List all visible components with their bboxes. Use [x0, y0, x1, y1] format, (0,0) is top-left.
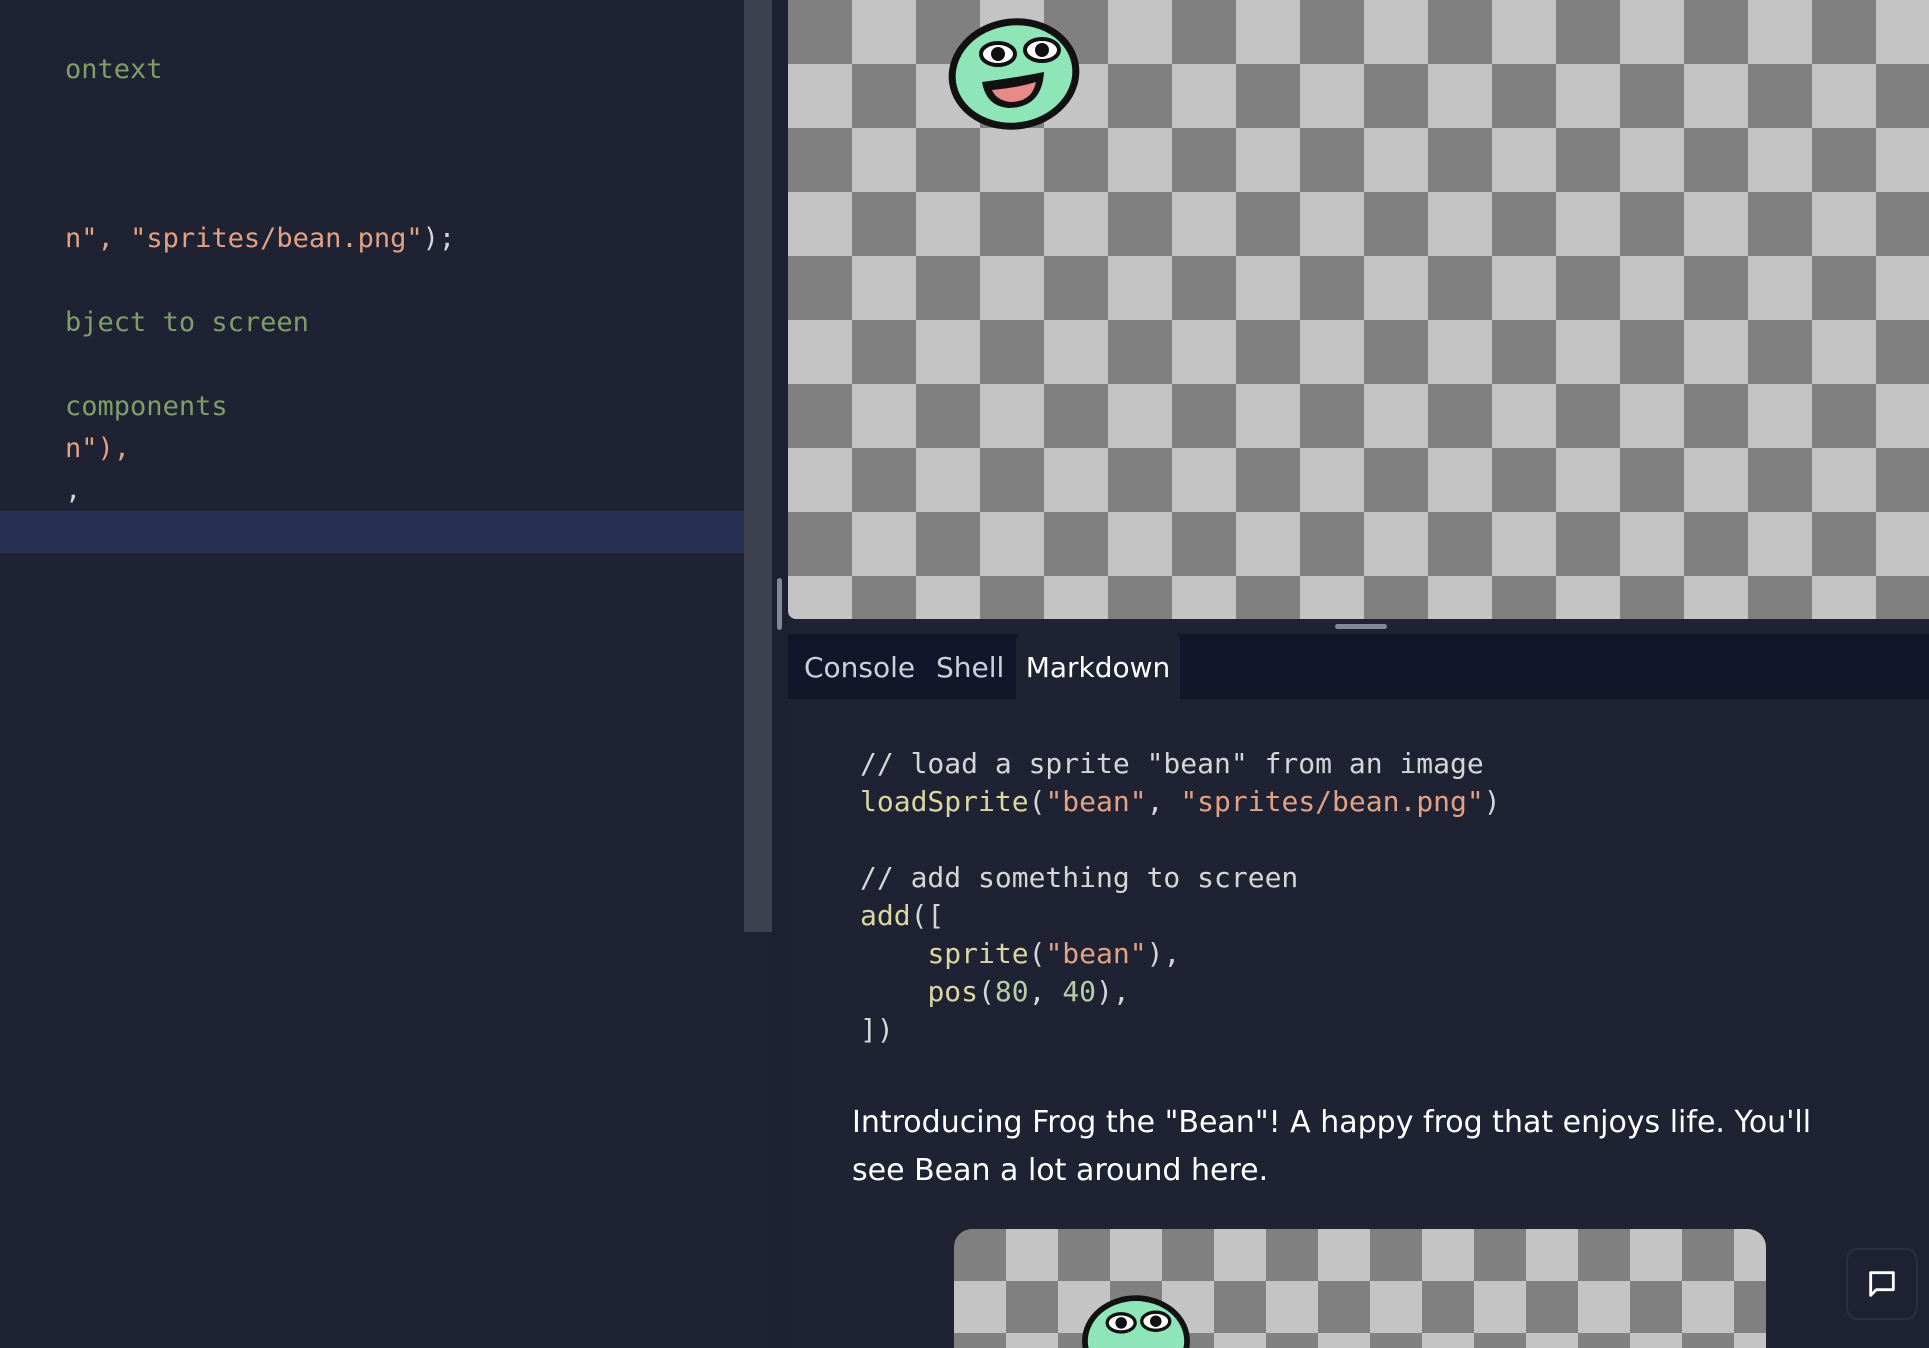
markdown-paragraph: Introducing Frog the "Bean"! A happy fro…	[852, 1105, 1812, 1188]
code-line[interactable]: bject to screen	[0, 260, 309, 338]
bean-frog-sprite	[948, 18, 1080, 130]
code-comment: ontext	[65, 54, 163, 85]
code-line[interactable]: ,	[0, 428, 81, 506]
markdown-panel: // load a sprite "bean" from an image lo…	[788, 699, 1929, 1348]
chat-bubble-icon	[1869, 1271, 1895, 1297]
active-line-highlight	[0, 511, 744, 553]
game-preview-canvas[interactable]	[788, 0, 1929, 619]
tab-shell[interactable]: Shell	[936, 634, 1006, 699]
code-comment: // load a sprite "bean" from an image	[860, 747, 1484, 780]
code-function: loadSprite	[860, 785, 1029, 818]
code-string: "sprites/bean.png"	[1180, 785, 1484, 818]
bean-frog-sprite	[1082, 1295, 1190, 1348]
code-line[interactable]: n"),	[0, 386, 130, 464]
code-string: "bean"	[1045, 785, 1147, 818]
code-number: 40	[1062, 975, 1097, 1008]
vertical-resize-handle[interactable]	[777, 578, 782, 630]
editor-scrollbar-thumb[interactable]	[744, 0, 772, 932]
code-string: "sprites/bean.png"	[130, 223, 423, 254]
code-function: sprite	[927, 937, 1029, 970]
markdown-code-block: // load a sprite "bean" from an image lo…	[860, 747, 1501, 1046]
code-string: "bean"	[1045, 937, 1147, 970]
code-string: n",	[65, 223, 131, 254]
code-line[interactable]: ontext	[0, 7, 163, 85]
code-punct: );	[422, 223, 456, 254]
markdown-image	[954, 1229, 1766, 1348]
code-line[interactable]: components	[0, 344, 228, 422]
code-function: add	[860, 899, 911, 932]
code-punct: ,	[65, 475, 82, 506]
code-comment: // add something to screen	[860, 861, 1299, 894]
code-comment: bject to screen	[65, 307, 309, 338]
code-line[interactable]: n", "sprites/bean.png");	[0, 176, 455, 254]
pane-divider[interactable]	[772, 0, 788, 1348]
tab-markdown[interactable]: Markdown	[1016, 634, 1180, 699]
code-editor[interactable]: ontext n", "sprites/bean.png"); bject to…	[0, 0, 744, 1348]
horizontal-resize-handle[interactable]	[1335, 624, 1387, 629]
output-tabbar: Console Shell Markdown	[788, 634, 1929, 699]
tab-console[interactable]: Console	[804, 634, 918, 699]
feedback-button[interactable]	[1848, 1250, 1916, 1318]
code-number: 80	[994, 975, 1029, 1008]
code-function: pos	[927, 975, 979, 1008]
